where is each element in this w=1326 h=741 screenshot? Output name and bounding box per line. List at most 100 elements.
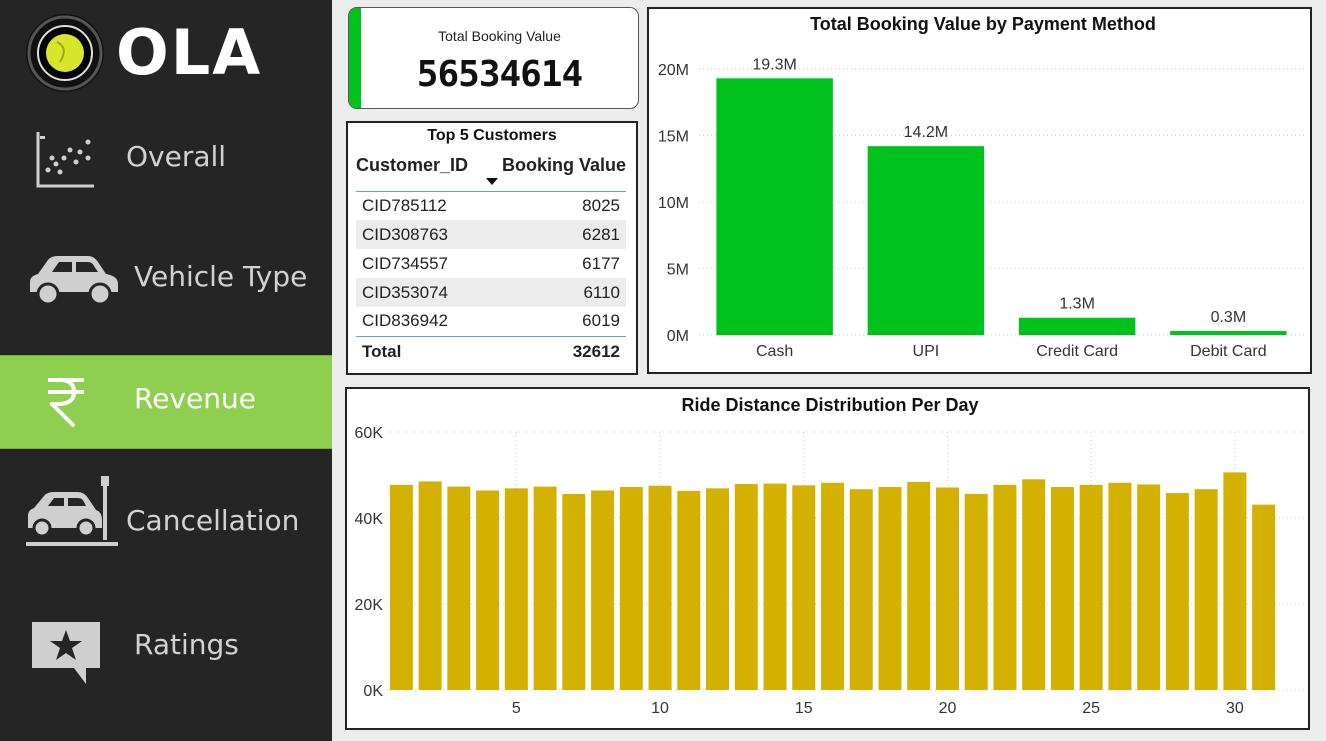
bar-day-21[interactable] bbox=[964, 493, 988, 690]
bar-cash[interactable] bbox=[716, 78, 833, 335]
bar-day-4[interactable] bbox=[476, 490, 500, 690]
x-tick-label: 10 bbox=[651, 700, 669, 717]
x-tick-label: 15 bbox=[795, 700, 813, 717]
kpi-accent-bar bbox=[349, 8, 361, 108]
column-header-label: Booking Value bbox=[501, 155, 626, 175]
y-tick-label: 20K bbox=[355, 597, 384, 614]
bar-day-12[interactable] bbox=[706, 488, 730, 690]
sidebar-item-revenue[interactable]: Revenue bbox=[0, 355, 332, 449]
sidebar-item-cancellation[interactable]: Cancellation bbox=[0, 470, 332, 564]
bar-day-25[interactable] bbox=[1079, 484, 1103, 690]
bar-day-30[interactable] bbox=[1223, 472, 1247, 690]
bar-day-3[interactable] bbox=[447, 486, 471, 690]
table-row: CID308763 6281 bbox=[356, 220, 626, 249]
table-row: CID785112 8025 bbox=[356, 191, 626, 220]
data-label: 14.2M bbox=[904, 124, 948, 141]
kpi-title: Total Booking Value bbox=[438, 28, 561, 44]
sidebar-item-ratings[interactable]: Ratings bbox=[0, 600, 332, 694]
table-total-row: Total 32612 bbox=[356, 335, 626, 367]
cell-booking-value: 6019 bbox=[582, 311, 620, 331]
y-tick-label: 5M bbox=[667, 262, 689, 279]
bar-day-15[interactable] bbox=[792, 485, 816, 690]
ride-distance-bar-chart: Ride Distance Distribution Per Day 0K 20K… bbox=[355, 395, 1305, 717]
ride-distance-chart-card: Ride Distance Distribution Per Day 0K 20K… bbox=[345, 387, 1310, 730]
sidebar-item-label: Revenue bbox=[134, 382, 256, 415]
bar-debit-card[interactable] bbox=[1170, 331, 1287, 335]
cell-booking-value: 8025 bbox=[582, 195, 620, 215]
cell-customer-id: CID785112 bbox=[362, 195, 447, 215]
data-label: 19.3M bbox=[752, 56, 796, 73]
x-tick-label: 25 bbox=[1082, 700, 1100, 717]
y-tick-label: 10M bbox=[658, 195, 689, 212]
table-row: CID734557 6177 bbox=[356, 249, 626, 278]
ola-logo-text: OLA bbox=[116, 16, 263, 89]
bar-day-11[interactable] bbox=[677, 490, 701, 690]
column-header-customer-id[interactable]: Customer_ID bbox=[356, 153, 485, 192]
rupee-icon bbox=[48, 378, 84, 428]
bar-day-13[interactable] bbox=[734, 484, 758, 690]
bar-day-22[interactable] bbox=[993, 484, 1017, 690]
bar-day-27[interactable] bbox=[1137, 484, 1161, 690]
bar-day-28[interactable] bbox=[1165, 493, 1189, 690]
data-label: 1.3M bbox=[1059, 296, 1095, 313]
sidebar: OLA Overall Vehicle Type Revenue Cancell… bbox=[0, 0, 332, 741]
bar-day-18[interactable] bbox=[878, 487, 902, 690]
x-tick-label: UPI bbox=[913, 343, 940, 360]
top-customers-table-card: Top 5 Customers Customer_ID Booking Valu… bbox=[346, 121, 638, 375]
x-tick-label: 30 bbox=[1226, 700, 1244, 717]
star-comment-icon bbox=[32, 622, 100, 684]
x-tick-label: Cash bbox=[756, 343, 793, 360]
cell-customer-id: CID836942 bbox=[362, 311, 449, 331]
y-tick-label: 20M bbox=[658, 62, 689, 79]
scatter-plot-icon bbox=[36, 132, 94, 188]
bar-day-10[interactable] bbox=[648, 485, 672, 690]
bar-day-8[interactable] bbox=[591, 490, 615, 690]
table-title: Top 5 Customers bbox=[427, 127, 557, 144]
payment-method-chart-card: Total Booking Value by Payment Method 0M… bbox=[647, 7, 1312, 374]
bar-day-6[interactable] bbox=[533, 486, 557, 690]
bar-day-26[interactable] bbox=[1108, 482, 1132, 690]
bar-day-20[interactable] bbox=[935, 487, 959, 690]
y-tick-label: 40K bbox=[355, 511, 384, 528]
bar-day-7[interactable] bbox=[562, 493, 586, 690]
kpi-value: 56534614 bbox=[416, 54, 583, 95]
bar-day-9[interactable] bbox=[619, 487, 643, 690]
y-tick-label: 60K bbox=[355, 425, 384, 442]
sidebar-item-overall[interactable]: Overall bbox=[0, 112, 332, 206]
bar-credit-card[interactable] bbox=[1018, 317, 1136, 335]
bar-day-29[interactable] bbox=[1194, 489, 1218, 690]
bar-day-14[interactable] bbox=[763, 483, 787, 690]
column-header-booking-value[interactable]: Booking Value bbox=[484, 153, 626, 192]
bar-day-17[interactable] bbox=[849, 489, 873, 690]
sidebar-item-label: Overall bbox=[126, 140, 227, 173]
payment-method-bar-chart: Total Booking Value by Payment Method 0M… bbox=[658, 14, 1304, 360]
bar-day-19[interactable] bbox=[907, 481, 931, 690]
top-customers-table: Customer_ID Booking Value CID785112 8025… bbox=[356, 153, 626, 367]
bar-day-31[interactable] bbox=[1252, 504, 1276, 690]
data-label: 0.3M bbox=[1211, 309, 1247, 326]
total-booking-value-card: Total Booking Value 56534614 bbox=[348, 7, 639, 109]
cell-customer-id: CID308763 bbox=[356, 220, 485, 249]
ola-logo-icon bbox=[26, 14, 104, 92]
bar-day-2[interactable] bbox=[418, 481, 442, 690]
y-tick-label: 0K bbox=[363, 683, 383, 700]
chart-title: Ride Distance Distribution Per Day bbox=[681, 395, 978, 415]
x-tick-label: Debit Card bbox=[1190, 343, 1266, 360]
sidebar-item-vehicle-type[interactable]: Vehicle Type bbox=[0, 232, 332, 326]
x-tick-label: 20 bbox=[939, 700, 957, 717]
cell-booking-value: 6177 bbox=[582, 253, 620, 273]
cell-total-value: 32612 bbox=[484, 335, 626, 367]
bar-day-1[interactable] bbox=[389, 484, 413, 690]
bar-day-23[interactable] bbox=[1022, 479, 1046, 690]
cell-booking-value: 6110 bbox=[484, 278, 626, 307]
cell-customer-id: CID734557 bbox=[362, 253, 449, 273]
bar-day-16[interactable] bbox=[821, 482, 844, 690]
bar-day-24[interactable] bbox=[1050, 487, 1074, 690]
car-crash-icon bbox=[26, 476, 118, 546]
x-tick-label: Credit Card bbox=[1036, 343, 1118, 360]
table-row: CID353074 6110 bbox=[356, 278, 626, 307]
table-row: CID836942 6019 bbox=[356, 307, 626, 336]
sort-descending-icon bbox=[486, 178, 499, 185]
bar-upi[interactable] bbox=[867, 146, 985, 335]
bar-day-5[interactable] bbox=[504, 488, 528, 690]
